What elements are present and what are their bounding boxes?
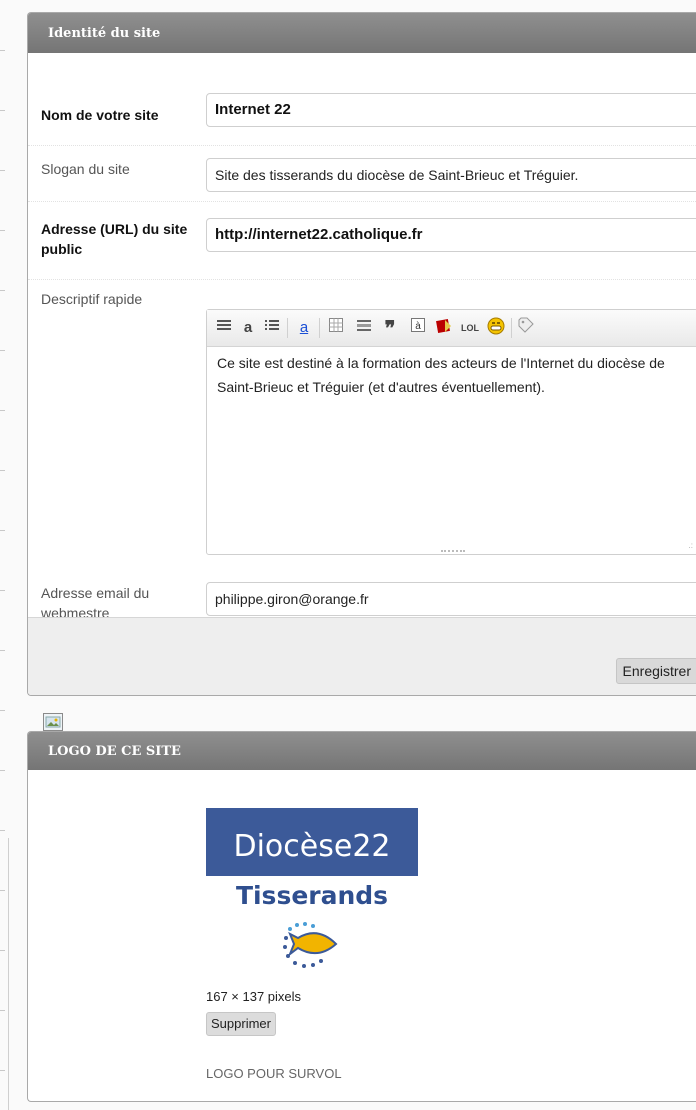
- url-input[interactable]: http://internet22.catholique.fr: [206, 218, 696, 252]
- resize-handle[interactable]: [441, 550, 465, 558]
- logo-line2: Tisserands: [236, 881, 388, 910]
- delete-logo-button[interactable]: Supprimer: [206, 1012, 276, 1036]
- site-logo-image: Diocèse22 Tisserands: [206, 808, 418, 982]
- url-row: Adresse (URL) du site public http://inte…: [28, 201, 696, 280]
- email-row: Adresse email du webmestre philippe.giro…: [28, 569, 696, 621]
- form-footer: Enregistrer: [28, 617, 696, 695]
- description-label: Descriptif rapide: [41, 291, 143, 307]
- link-letter-icon[interactable]: a: [293, 317, 315, 339]
- site-logo-panel: LOGO DE CE SITE Diocèse22 Tisserands 167…: [27, 731, 696, 1102]
- paragraph-icon[interactable]: [213, 317, 235, 339]
- fish-emblem-icon: [283, 922, 338, 968]
- table-icon[interactable]: [325, 317, 347, 339]
- panel-title: LOGO DE CE SITE: [28, 732, 696, 770]
- char-icon[interactable]: à: [407, 317, 429, 339]
- site-name-row: Nom de votre site Internet 22: [28, 53, 696, 146]
- editor-toolbar: a a ❞ à LOL: [207, 310, 696, 347]
- image-upload-icon[interactable]: [43, 713, 63, 731]
- description-text[interactable]: Ce site est destiné à la formation des a…: [207, 347, 696, 403]
- site-name-input[interactable]: Internet 22: [206, 93, 696, 127]
- quote-icon[interactable]: ❞: [379, 317, 401, 339]
- lol-icon[interactable]: LOL: [459, 317, 481, 339]
- stop-icon[interactable]: [433, 317, 455, 339]
- description-editor[interactable]: a a ❞ à LOL Ce site est destiné à la for…: [206, 309, 696, 555]
- email-input[interactable]: philippe.giron@orange.fr: [206, 582, 696, 616]
- panel-title: Identité du site: [28, 13, 696, 53]
- toolbar-separator: [319, 318, 320, 338]
- toolbar-separator: [511, 318, 512, 338]
- slogan-input[interactable]: Site des tisserands du diocèse de Saint-…: [206, 158, 696, 192]
- url-label: Adresse (URL) du site public: [41, 221, 188, 257]
- resize-grip-icon[interactable]: .:: [689, 542, 693, 550]
- bold-letter-icon[interactable]: a: [237, 317, 259, 339]
- slogan-label: Slogan du site: [41, 161, 130, 177]
- hover-logo-label: LOGO POUR SURVOL: [206, 1066, 342, 1081]
- slogan-row: Slogan du site Site des tisserands du di…: [28, 145, 696, 202]
- site-identity-panel: Identité du site Nom de votre site Inter…: [27, 12, 696, 696]
- smiley-icon[interactable]: [485, 317, 507, 339]
- block-icon[interactable]: [353, 317, 375, 339]
- tag-icon[interactable]: [515, 317, 537, 339]
- list-icon[interactable]: [261, 317, 283, 339]
- svg-text:à: à: [415, 321, 421, 332]
- toolbar-separator: [287, 318, 288, 338]
- logo-dimensions: 167 × 137 pixels: [206, 989, 302, 1004]
- logo-line1: Diocèse22: [233, 829, 390, 864]
- left-divider: [8, 838, 9, 1110]
- save-button[interactable]: Enregistrer: [615, 658, 696, 684]
- left-margin-dashes: [0, 0, 6, 1110]
- site-name-label: Nom de votre site: [41, 107, 159, 123]
